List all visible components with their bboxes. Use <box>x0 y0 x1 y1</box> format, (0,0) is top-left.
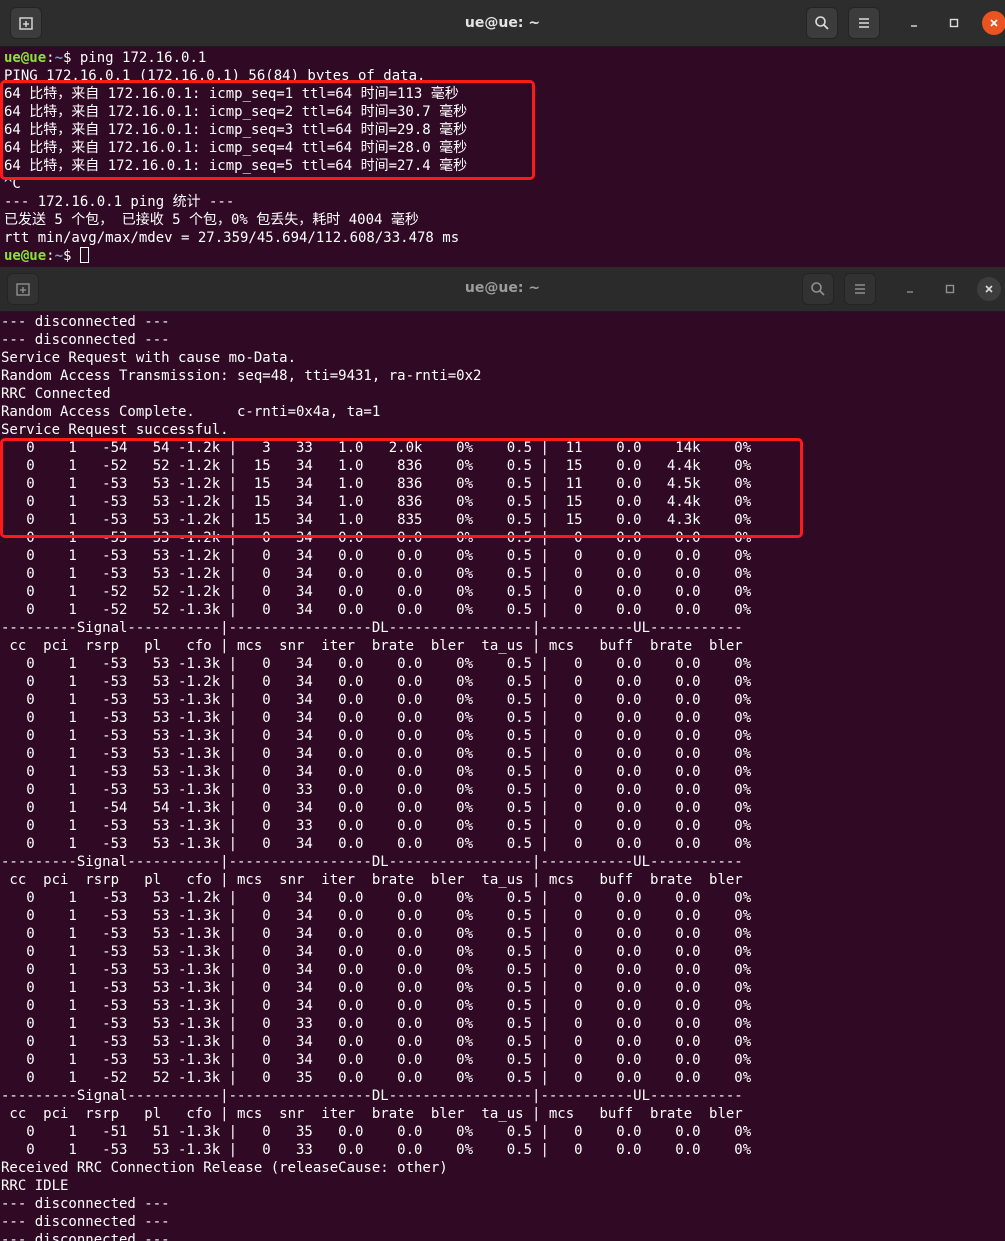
log-line: --- disconnected --- <box>1 1214 170 1230</box>
search-button[interactable] <box>806 7 838 39</box>
command-text: ping 172.16.0.1 <box>79 50 207 66</box>
log-line: 0 1 -53 53 -1.3k | 0 34 0.0 0.0 0% 0.5 |… <box>1 944 752 960</box>
prompt-user: ue@ue <box>4 248 47 264</box>
close-icon <box>985 285 993 293</box>
log-line: 0 1 -52 52 -1.2k | 0 34 0.0 0.0 0% 0.5 |… <box>1 584 752 600</box>
log-line: --- disconnected --- <box>1 332 170 348</box>
prompt-dollar: $ <box>63 248 80 264</box>
log-line: 0 1 -53 53 -1.3k | 0 34 0.0 0.0 0% 0.5 |… <box>1 746 752 762</box>
log-line: 0 1 -53 53 -1.3k | 0 34 0.0 0.0 0% 0.5 |… <box>1 656 752 672</box>
log-line: cc pci rsrp pl cfo | mcs snr iter brate … <box>1 872 743 888</box>
log-line: 0 1 -53 53 -1.3k | 0 34 0.0 0.0 0% 0.5 |… <box>1 764 752 780</box>
log-line: --- disconnected --- <box>1 1196 170 1212</box>
log-line: 0 1 -53 53 -1.2k | 15 34 1.0 835 0% 0.5 … <box>1 512 752 528</box>
minimize-button[interactable] <box>902 11 926 35</box>
log-line: Service Request successful. <box>1 422 229 438</box>
log-line: RRC IDLE <box>1 1178 69 1194</box>
title-bar[interactable]: ue@ue: ~ <box>0 267 1005 312</box>
minimize-icon <box>907 291 913 293</box>
log-line: 0 1 -54 54 -1.2k | 3 33 1.0 2.0k 0% 0.5 … <box>1 440 752 456</box>
ping-reply-line: 64 比特，来自 172.16.0.1: icmp_seq=5 ttl=64 时… <box>4 158 468 174</box>
prompt-path: ~ <box>54 50 64 66</box>
log-line: 0 1 -53 53 -1.3k | 0 34 0.0 0.0 0% 0.5 |… <box>1 1034 752 1050</box>
log-line: 0 1 -53 53 -1.2k | 15 34 1.0 836 0% 0.5 … <box>1 494 752 510</box>
log-line: 0 1 -53 53 -1.3k | 0 33 0.0 0.0 0% 0.5 |… <box>1 818 752 834</box>
log-line: 0 1 -53 53 -1.3k | 0 33 0.0 0.0 0% 0.5 |… <box>1 1142 752 1158</box>
log-line: 0 1 -52 52 -1.3k | 0 35 0.0 0.0 0% 0.5 |… <box>1 1070 752 1086</box>
prompt-separator: : <box>46 50 55 66</box>
log-line: 0 1 -53 53 -1.2k | 0 34 0.0 0.0 0% 0.5 |… <box>1 674 752 690</box>
log-line: 0 1 -53 53 -1.3k | 0 34 0.0 0.0 0% 0.5 |… <box>1 998 752 1014</box>
terminal-output[interactable]: --- disconnected --- --- disconnected --… <box>1 313 751 1241</box>
log-line: 0 1 -52 52 -1.3k | 0 34 0.0 0.0 0% 0.5 |… <box>1 602 752 618</box>
close-button[interactable] <box>977 277 1001 301</box>
hamburger-menu-icon <box>859 18 869 28</box>
log-line: RRC Connected <box>1 386 111 402</box>
log-line: 0 1 -53 53 -1.2k | 0 34 0.0 0.0 0% 0.5 |… <box>1 890 752 906</box>
search-button[interactable] <box>802 273 834 305</box>
log-line: Received RRC Connection Release (release… <box>1 1160 448 1176</box>
log-line: Random Access Transmission: seq=48, tti=… <box>1 368 482 384</box>
terminal-window-ping: ue@ue: ~ ue@ue:~$ ping 172.16.0.1 PING 1… <box>0 0 1005 267</box>
hamburger-menu-icon <box>855 284 865 294</box>
close-button[interactable] <box>982 11 1005 35</box>
log-line: ---------Signal-----------|-------------… <box>1 854 743 870</box>
log-line: 0 1 -53 53 -1.3k | 0 34 0.0 0.0 0% 0.5 |… <box>1 710 752 726</box>
search-icon <box>811 282 825 296</box>
prompt-user: ue@ue <box>4 50 47 66</box>
ping-reply-line: 64 比特，来自 172.16.0.1: icmp_seq=1 ttl=64 时… <box>4 86 459 102</box>
maximize-icon <box>945 284 955 294</box>
ping-header-line: PING 172.16.0.1 (172.16.0.1) 56(84) byte… <box>4 68 426 84</box>
log-line: 0 1 -53 53 -1.2k | 0 34 0.0 0.0 0% 0.5 |… <box>1 548 752 564</box>
close-icon <box>990 19 998 27</box>
prompt-dollar: $ <box>63 50 80 66</box>
ping-stats-summary: 已发送 5 个包， 已接收 5 个包，0% 包丢失，耗时 4004 毫秒 <box>4 212 419 228</box>
maximize-button[interactable] <box>938 277 962 301</box>
log-line: --- disconnected --- <box>1 1232 170 1241</box>
text-cursor <box>79 247 89 263</box>
terminal-output[interactable]: ue@ue:~$ ping 172.16.0.1 PING 172.16.0.1… <box>4 49 467 265</box>
prompt-separator: : <box>46 248 55 264</box>
log-line: 0 1 -53 53 -1.3k | 0 34 0.0 0.0 0% 0.5 |… <box>1 692 752 708</box>
menu-button[interactable] <box>844 273 876 305</box>
log-line: --- disconnected --- <box>1 314 170 330</box>
log-line: ---------Signal-----------|-------------… <box>1 620 743 636</box>
log-line: 0 1 -53 53 -1.3k | 0 34 0.0 0.0 0% 0.5 |… <box>1 980 752 996</box>
log-line: 0 1 -53 53 -1.3k | 0 34 0.0 0.0 0% 0.5 |… <box>1 926 752 942</box>
log-line: 0 1 -53 53 -1.3k | 0 34 0.0 0.0 0% 0.5 |… <box>1 962 752 978</box>
ping-reply-line: 64 比特，来自 172.16.0.1: icmp_seq=2 ttl=64 时… <box>4 104 468 120</box>
log-line: 0 1 -53 53 -1.3k | 0 34 0.0 0.0 0% 0.5 |… <box>1 1052 752 1068</box>
menu-button[interactable] <box>848 7 880 39</box>
minimize-icon <box>911 25 917 27</box>
log-line: 0 1 -52 52 -1.2k | 15 34 1.0 836 0% 0.5 … <box>1 458 752 474</box>
log-line: 0 1 -53 53 -1.3k | 0 34 0.0 0.0 0% 0.5 |… <box>1 908 752 924</box>
log-line: 0 1 -53 53 -1.3k | 0 34 0.0 0.0 0% 0.5 |… <box>1 836 752 852</box>
interrupt-line: ^C <box>4 176 21 192</box>
log-line: cc pci rsrp pl cfo | mcs snr iter brate … <box>1 1106 743 1122</box>
log-line: 0 1 -54 54 -1.3k | 0 34 0.0 0.0 0% 0.5 |… <box>1 800 752 816</box>
ping-rtt-line: rtt min/avg/max/mdev = 27.359/45.694/112… <box>4 230 460 246</box>
maximize-icon <box>949 18 959 28</box>
log-line: 0 1 -53 53 -1.3k | 0 34 0.0 0.0 0% 0.5 |… <box>1 728 752 744</box>
log-line: 0 1 -53 53 -1.2k | 0 34 0.0 0.0 0% 0.5 |… <box>1 530 752 546</box>
log-line: 0 1 -53 53 -1.3k | 0 33 0.0 0.0 0% 0.5 |… <box>1 1016 752 1032</box>
log-line: 0 1 -51 51 -1.3k | 0 35 0.0 0.0 0% 0.5 |… <box>1 1124 752 1140</box>
log-line: Service Request with cause mo-Data. <box>1 350 297 366</box>
ping-reply-line: 64 比特，来自 172.16.0.1: icmp_seq=3 ttl=64 时… <box>4 122 468 138</box>
terminal-window-ue-log: ue@ue: ~ --- disconnected --- --- discon… <box>0 267 1005 1241</box>
title-bar[interactable]: ue@ue: ~ <box>0 0 1005 47</box>
log-line: 0 1 -53 53 -1.2k | 0 34 0.0 0.0 0% 0.5 |… <box>1 566 752 582</box>
minimize-button[interactable] <box>898 277 922 301</box>
log-line: ---------Signal-----------|-------------… <box>1 1088 743 1104</box>
prompt-path: ~ <box>54 248 64 264</box>
log-line: Random Access Complete. c-rnti=0x4a, ta=… <box>1 404 381 420</box>
maximize-button[interactable] <box>942 11 966 35</box>
ping-reply-line: 64 比特，来自 172.16.0.1: icmp_seq=4 ttl=64 时… <box>4 140 468 156</box>
log-line: 0 1 -53 53 -1.2k | 15 34 1.0 836 0% 0.5 … <box>1 476 752 492</box>
ping-stats-header: --- 172.16.0.1 ping 统计 --- <box>4 194 235 210</box>
log-line: cc pci rsrp pl cfo | mcs snr iter brate … <box>1 638 743 654</box>
log-line: 0 1 -53 53 -1.3k | 0 33 0.0 0.0 0% 0.5 |… <box>1 782 752 798</box>
search-icon <box>815 16 829 30</box>
